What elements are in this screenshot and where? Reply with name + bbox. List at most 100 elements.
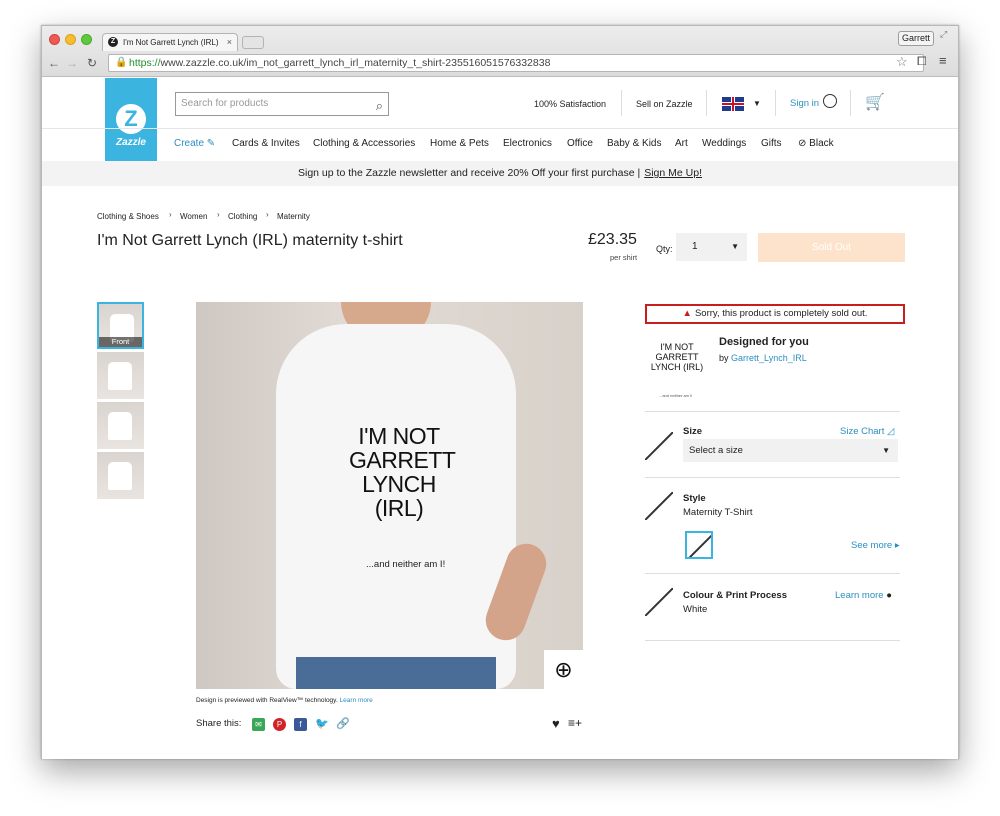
nav-weddings[interactable]: Weddings	[702, 138, 746, 149]
bookmark-star-icon[interactable]: ☆	[896, 54, 908, 70]
ink-drop-icon: ●	[886, 590, 892, 601]
sign-in-link[interactable]: Sign in	[790, 98, 819, 109]
email-share-icon[interactable]: ✉	[252, 718, 265, 731]
shirt-print-subtext: ...and neither am I!	[366, 559, 446, 570]
qty-select[interactable]: 1 ▼	[676, 233, 747, 261]
pinterest-share-icon[interactable]: P	[273, 718, 286, 731]
uk-flag-icon[interactable]	[722, 97, 744, 111]
fullscreen-icon[interactable]: ⤢	[940, 29, 947, 40]
zazzle-black-icon: ⊘	[798, 138, 807, 149]
maximize-window-button[interactable]	[81, 34, 92, 45]
zoom-in-icon[interactable]: ⊕	[544, 650, 583, 689]
tab-title: I'm Not Garrett Lynch (IRL)	[123, 38, 219, 47]
divider	[775, 90, 776, 116]
nav-home-pets[interactable]: Home & Pets	[430, 138, 489, 149]
reload-icon[interactable]: ↻	[87, 56, 97, 70]
nav-office[interactable]: Office	[567, 138, 593, 149]
nav-gifts[interactable]: Gifts	[761, 138, 782, 149]
learn-more-label: Learn more	[835, 590, 884, 601]
ruler-icon: ◿	[887, 426, 895, 437]
web-page: Z Zazzle Search for products ⌕ 100% Sati…	[42, 78, 958, 759]
qty-value: 1	[692, 241, 698, 252]
nav-clothing[interactable]: Clothing & Accessories	[313, 138, 415, 149]
thumbnail-side[interactable]	[97, 352, 144, 399]
thumbnail-shirt-image	[108, 412, 132, 440]
nav-baby-kids[interactable]: Baby & Kids	[607, 138, 661, 149]
designer-link[interactable]: Garrett_Lynch_IRL	[731, 353, 807, 363]
url-https: https://	[129, 57, 161, 69]
close-window-button[interactable]	[49, 34, 60, 45]
url-bar[interactable]: 🔒 https://www.zazzle.co.uk/im_not_garret…	[108, 54, 924, 72]
by-label: by	[719, 353, 729, 363]
search-input[interactable]: Search for products ⌕	[175, 92, 389, 116]
size-chart-link[interactable]: Size Chart ◿	[840, 426, 894, 437]
nav-cards[interactable]: Cards & Invites	[232, 138, 300, 149]
cast-icon[interactable]: ⧠	[917, 54, 927, 69]
locale-dropdown-icon[interactable]: ▼	[753, 99, 761, 108]
product-price: £23.35	[588, 231, 637, 248]
browser-tab[interactable]: Z I'm Not Garrett Lynch (IRL) ×	[102, 33, 238, 51]
url-text: www.zazzle.co.uk/im_not_garrett_lynch_ir…	[160, 57, 551, 69]
thumbnail-label: Front	[99, 337, 142, 347]
heart-icon[interactable]: ♥	[552, 716, 560, 731]
breadcrumb-clothing[interactable]: Clothing	[228, 212, 257, 221]
size-select-value: Select a size	[689, 445, 743, 456]
nav-black-label: Black	[809, 138, 834, 149]
satisfaction-link[interactable]: 100% Satisfaction	[534, 99, 606, 109]
divider	[621, 90, 622, 116]
design-preview-image[interactable]: I'M NOT GARRETT LYNCH (IRL) ...and neith…	[645, 338, 709, 402]
breadcrumb-maternity[interactable]: Maternity	[277, 212, 310, 221]
search-icon[interactable]: ⌕	[376, 95, 383, 117]
size-select[interactable]: Select a size ▼	[683, 439, 898, 462]
product-title: I'm Not Garrett Lynch (IRL) maternity t-…	[97, 232, 403, 249]
print-line: GARRETT	[349, 447, 456, 473]
user-icon[interactable]	[823, 94, 837, 108]
sell-link[interactable]: Sell on Zazzle	[636, 99, 693, 109]
divider	[645, 640, 900, 641]
nav-create[interactable]: Create ✎	[174, 138, 215, 149]
add-to-list-icon[interactable]: ≡+	[568, 716, 582, 730]
designer-byline: by Garrett_Lynch_IRL	[719, 353, 807, 363]
style-swatch[interactable]	[685, 531, 713, 559]
learn-more-link[interactable]: Learn more ●	[835, 590, 892, 601]
profile-button[interactable]: Garrett	[898, 31, 934, 46]
browser-menu-icon[interactable]: ≡	[939, 53, 947, 68]
forward-icon[interactable]: →	[66, 56, 78, 70]
design-preview-subtext: ...and neither am I!	[659, 393, 693, 398]
realview-text: Design is previewed with RealView™ techn…	[196, 697, 338, 704]
minimize-window-button[interactable]	[65, 34, 76, 45]
cart-icon[interactable]: 🛒	[865, 92, 885, 112]
colour-value: White	[683, 604, 708, 615]
thumbnail-shirt-image	[108, 462, 132, 490]
thumbnail-back[interactable]	[97, 452, 144, 499]
divider	[645, 477, 900, 478]
nav-black[interactable]: ⊘ Black	[798, 138, 834, 149]
thumbnail-model[interactable]	[97, 402, 144, 449]
new-tab-button[interactable]	[242, 36, 264, 49]
realview-learn-more[interactable]: Learn more	[340, 697, 373, 704]
product-main-image[interactable]: I'M NOT GARRETT LYNCH (IRL) ...and neith…	[196, 302, 583, 689]
thumbnail-front[interactable]: Front	[97, 302, 144, 349]
zazzle-logo[interactable]: Z Zazzle	[105, 78, 157, 163]
warning-icon: ▲	[682, 308, 692, 319]
sold-out-button[interactable]: Sold Out	[758, 233, 905, 262]
window-controls	[49, 34, 92, 45]
twitter-share-icon[interactable]: 🐦	[315, 718, 329, 731]
sign-me-up-link[interactable]: Sign Me Up!	[644, 167, 702, 179]
nav-electronics[interactable]: Electronics	[503, 138, 552, 149]
browser-window: Z I'm Not Garrett Lynch (IRL) × Garrett …	[41, 25, 959, 759]
nav-art[interactable]: Art	[675, 138, 688, 149]
back-icon[interactable]: ←	[48, 56, 60, 70]
qty-label: Qty:	[656, 244, 673, 254]
link-share-icon[interactable]: 🔗	[336, 718, 350, 731]
breadcrumb-clothing-shoes[interactable]: Clothing & Shoes	[97, 212, 159, 221]
shirt-print-text: I'M NOT GARRETT LYNCH (IRL)	[349, 424, 456, 520]
style-label: Style	[683, 493, 706, 504]
facebook-share-icon[interactable]: f	[294, 718, 307, 731]
divider	[42, 128, 958, 129]
sold-out-alert: ▲ Sorry, this product is completely sold …	[645, 304, 905, 324]
tab-close-icon[interactable]: ×	[227, 34, 232, 51]
breadcrumb-women[interactable]: Women	[180, 212, 207, 221]
design-preview-text: I'M NOT GARRETT LYNCH (IRL)	[650, 342, 704, 372]
see-more-link[interactable]: See more ▸	[851, 540, 900, 551]
